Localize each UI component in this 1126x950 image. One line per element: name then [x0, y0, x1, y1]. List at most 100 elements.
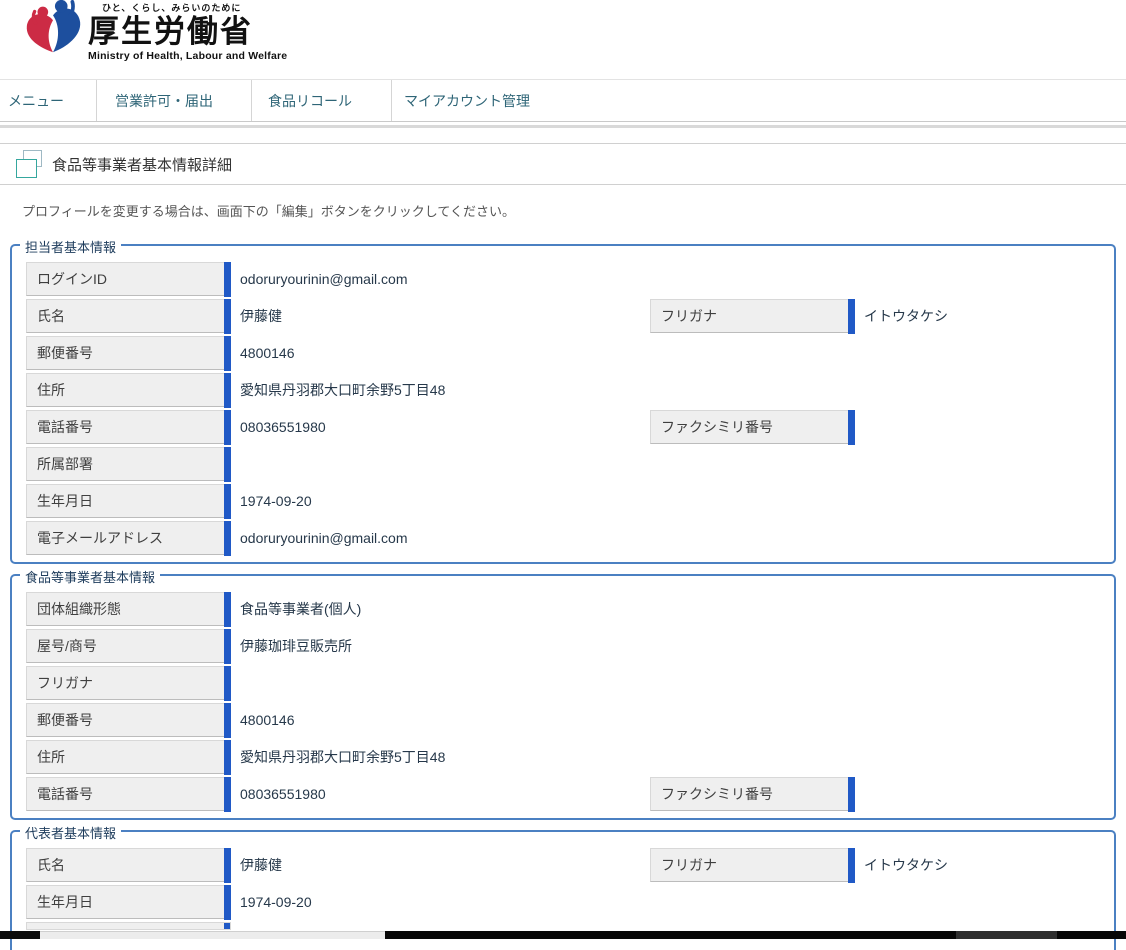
site-header: ひと、くらし、みらいのために 厚生労働省 Ministry of Health,…	[0, 0, 1126, 79]
screen-edge-segment	[1057, 931, 1126, 939]
section-legend: 代表者基本情報	[20, 823, 121, 842]
screen-edge-segment	[956, 931, 1057, 939]
field-label: 所属部署	[26, 447, 231, 481]
field-row: 生年月日 1974-09-20	[26, 885, 1100, 919]
field-value: 4800146	[240, 712, 295, 728]
field-label: 電子メールアドレス	[26, 521, 231, 555]
screen-edge-segment	[0, 931, 40, 939]
mhlw-logo-icon	[22, 0, 84, 56]
nav-item-label: 食品リコール	[268, 91, 352, 111]
field-label: フリガナ	[650, 299, 855, 333]
field-row: 郵便番号 4800146	[26, 703, 1100, 737]
field-value: イトウタケシ	[864, 306, 948, 326]
field-value: 08036551980	[240, 786, 326, 802]
field-row: 電子メールアドレス odoruryourinin@gmail.com	[26, 521, 1100, 555]
field-label: 屋号/商号	[26, 629, 231, 663]
field-row: 氏名 伊藤健 フリガナ イトウタケシ	[26, 848, 1100, 882]
field-row: 氏名 伊藤健 フリガナ イトウタケシ	[26, 299, 1100, 333]
field-row: 電話番号 08036551980 ファクシミリ番号	[26, 410, 1100, 444]
field-label-text: ファクシミリ番号	[661, 784, 773, 804]
field-label-text: 生年月日	[37, 491, 93, 511]
field-label-text: 電子メールアドレス	[37, 528, 163, 548]
nav-item-label: メニュー	[8, 91, 64, 111]
header-tagline: ひと、くらし、みらいのために	[102, 1, 287, 14]
field-label: ファクシミリ番号	[650, 410, 855, 444]
field-label: ファクシミリ番号	[650, 777, 855, 811]
nav-separator	[0, 125, 1126, 128]
field-row: 郵便番号 4800146	[26, 336, 1100, 370]
field-label: 氏名	[26, 848, 231, 882]
section-legend: 食品等事業者基本情報	[20, 567, 160, 586]
org-name-en: Ministry of Health, Labour and Welfare	[88, 50, 287, 62]
field-value: 伊藤珈琲豆販売所	[240, 636, 352, 656]
field-row: 屋号/商号 伊藤珈琲豆販売所	[26, 629, 1100, 663]
field-label-text: 氏名	[37, 855, 65, 875]
field-label: 生年月日	[26, 484, 231, 518]
field-label-text: 住所	[37, 747, 65, 767]
field-label: 氏名	[26, 299, 231, 333]
field-row: 団体組織形態 食品等事業者(個人)	[26, 592, 1100, 626]
field-value: 愛知県丹羽郡大口町余野5丁目48	[240, 380, 445, 400]
field-label-text: 郵便番号	[37, 343, 93, 363]
screen-edge-segment	[40, 931, 385, 939]
field-value: odoruryourinin@gmail.com	[240, 271, 408, 287]
field-label: 住所	[26, 740, 231, 774]
field-label-text: 電話番号	[37, 417, 93, 437]
field-label: フリガナ	[650, 848, 855, 882]
field-value: 1974-09-20	[240, 894, 312, 910]
field-value: 1974-09-20	[240, 493, 312, 509]
field-value: odoruryourinin@gmail.com	[240, 530, 408, 546]
field-label-text: フリガナ	[661, 855, 717, 875]
field-label: 住所	[26, 373, 231, 407]
field-row: 電話番号 08036551980 ファクシミリ番号	[26, 777, 1100, 811]
field-value: 食品等事業者(個人)	[240, 599, 361, 619]
page-description: プロフィールを変更する場合は、画面下の「編集」ボタンをクリックしてください。	[22, 201, 1126, 220]
field-label: 郵便番号	[26, 336, 231, 370]
field-row: 住所 愛知県丹羽郡大口町余野5丁目48	[26, 373, 1100, 407]
field-label: ログインID	[26, 262, 231, 296]
field-label-text: 住所	[37, 380, 65, 400]
field-label-text: フリガナ	[661, 306, 717, 326]
field-label: 電話番号	[26, 410, 231, 444]
screen-edge-artifact	[0, 931, 1126, 939]
org-name: 厚生労働省	[88, 14, 287, 50]
field-value: イトウタケシ	[864, 855, 948, 875]
field-label: 団体組織形態	[26, 592, 231, 626]
field-label: 電話番号	[26, 777, 231, 811]
field-row: 所属部署	[26, 447, 1100, 481]
field-label-text: 生年月日	[37, 892, 93, 912]
field-value: 愛知県丹羽郡大口町余野5丁目48	[240, 747, 445, 767]
field-row: ログインID odoruryourinin@gmail.com	[26, 262, 1100, 296]
nav-item-3[interactable]: 食品リコール	[252, 80, 392, 121]
field-label-text: 氏名	[37, 306, 65, 326]
field-value: 4800146	[240, 345, 295, 361]
field-row: 生年月日 1974-09-20	[26, 484, 1100, 518]
field-row: フリガナ	[26, 666, 1100, 700]
nav-item-label: 営業許可・届出	[115, 91, 213, 111]
field-label: フリガナ	[26, 666, 231, 700]
field-value: 伊藤健	[240, 306, 282, 326]
field-label-text: 所属部署	[37, 454, 93, 474]
field-value: 08036551980	[240, 419, 326, 435]
field-label-text: 屋号/商号	[37, 636, 97, 656]
field-label-text: 団体組織形態	[37, 599, 121, 619]
field-label-text: フリガナ	[37, 673, 93, 693]
partial-row	[26, 922, 231, 930]
page-title-bar: 食品等事業者基本情報詳細	[0, 143, 1126, 185]
main-nav: メニュー 営業許可・届出 食品リコール マイアカウント管理	[0, 79, 1126, 122]
field-value: 伊藤健	[240, 855, 282, 875]
section-1: 担当者基本情報ログインIDodoruryourinin@gmail.com氏名伊…	[10, 244, 1116, 564]
nav-item-2[interactable]: 営業許可・届出	[97, 80, 252, 121]
overlapping-squares-icon	[16, 150, 42, 178]
nav-item-4[interactable]: マイアカウント管理	[392, 80, 570, 121]
nav-item-label: マイアカウント管理	[404, 91, 530, 111]
page-title: 食品等事業者基本情報詳細	[52, 154, 232, 175]
field-label: 生年月日	[26, 885, 231, 919]
field-label-text: 電話番号	[37, 784, 93, 804]
nav-item-1[interactable]: メニュー	[0, 80, 97, 121]
field-label-text: ファクシミリ番号	[661, 417, 773, 437]
field-label-text: 郵便番号	[37, 710, 93, 730]
detail-sections: 担当者基本情報ログインIDodoruryourinin@gmail.com氏名伊…	[0, 244, 1126, 950]
section-2: 食品等事業者基本情報団体組織形態食品等事業者(個人)屋号/商号伊藤珈琲豆販売所フ…	[10, 574, 1116, 820]
screen-edge-segment	[385, 931, 956, 939]
